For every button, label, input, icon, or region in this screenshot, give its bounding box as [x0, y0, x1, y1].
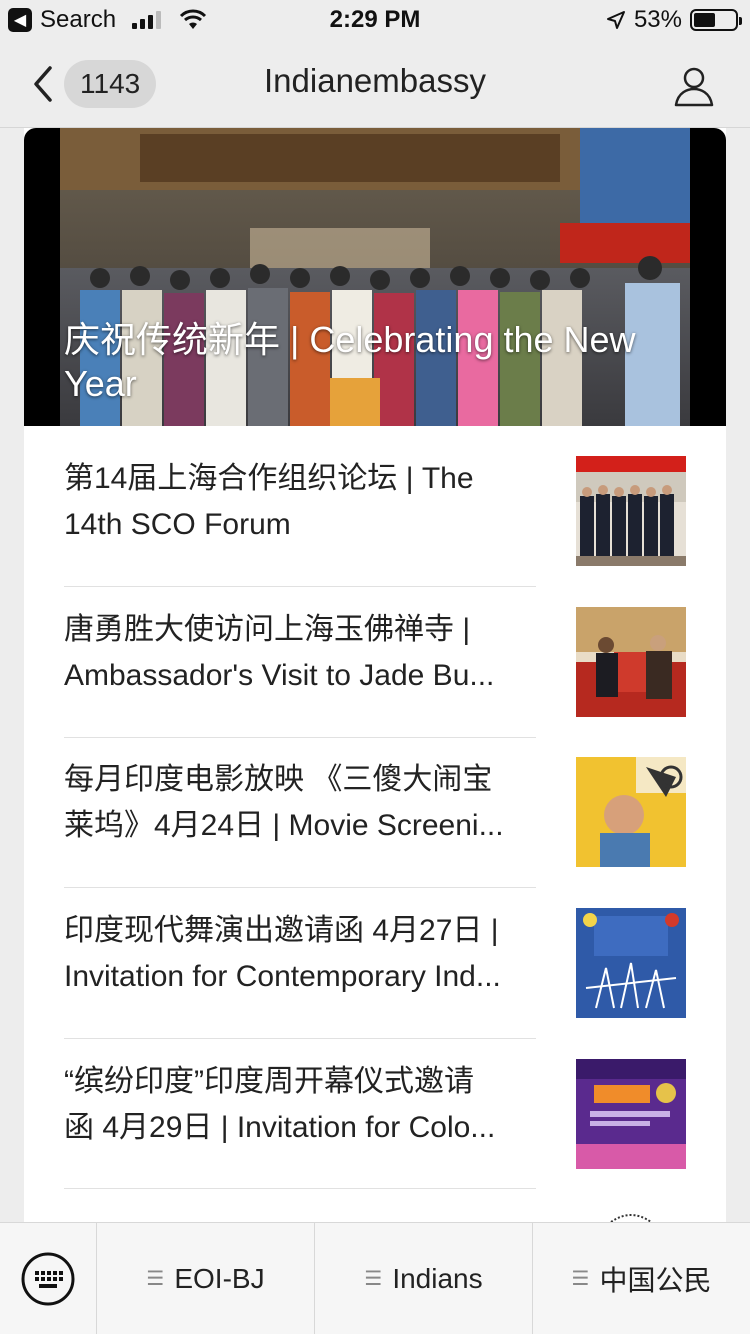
list-item[interactable]: 第14届上海合作组织论坛 | The 14th SCO Forum: [64, 456, 686, 606]
menu-list-icon: ☰: [146, 1268, 165, 1290]
hero-article[interactable]: 庆祝传统新年 | Celebrating the New Year: [24, 128, 726, 426]
article-title-line-2: 函 4月29日 | Invitation for Colo...: [64, 1111, 496, 1144]
hero-title: 庆祝传统新年 | Celebrating the New Year: [64, 319, 636, 404]
partial-thumb: [606, 1208, 656, 1222]
battery-icon: [690, 9, 742, 31]
article-title-line-2: Ambassador's Visit to Jade Bu...: [64, 659, 495, 692]
article-title-line-2: 莱坞》4月24日 | Movie Screeni...: [64, 809, 504, 842]
article-title-line-1: 每月印度电影放映 《三傻大闹宝: [64, 763, 493, 796]
list-divider: [64, 1038, 536, 1039]
movie-poster-thumb: [576, 757, 686, 867]
menu-list-icon: ☰: [364, 1268, 383, 1290]
list-item[interactable]: 每月印度电影放映 《三傻大闹宝 莱坞》4月24日 | Movie Screeni…: [64, 757, 686, 907]
article-title-line-1: 唐勇胜大使访问上海玉佛禅寺 |: [64, 613, 471, 646]
meeting-thumb: [576, 607, 686, 717]
keyboard-icon: [21, 1252, 75, 1306]
battery-fill: [694, 13, 716, 27]
list-item[interactable]: 印度现代舞演出邀请函 4月27日 | Invitation for Contem…: [64, 908, 686, 1058]
keyboard-toggle-button[interactable]: [0, 1223, 97, 1334]
article-title: 唐勇胜大使访问上海玉佛禅寺 | Ambassador's Visit to Ja…: [64, 607, 544, 699]
article-title: 每月印度电影放映 《三傻大闹宝 莱坞》4月24日 | Movie Screeni…: [64, 757, 544, 849]
menu-item-label: EOI-BJ: [174, 1262, 265, 1294]
article-title: 第14届上海合作组织论坛 | The 14th SCO Forum: [64, 456, 544, 548]
group-photo-thumb: [576, 456, 686, 566]
dance-invitation-thumb: [576, 908, 686, 1018]
location-arrow-icon: [606, 11, 625, 29]
nav-bar: 1143 Indianembassy: [0, 40, 750, 128]
bottom-menu: ☰ EOI-BJ ☰ Indians ☰ 中国公民: [0, 1222, 750, 1334]
menu-item-indians[interactable]: ☰ Indians: [315, 1223, 533, 1334]
menu-item-label: Indians: [392, 1262, 483, 1294]
article-title-line-1: 印度现代舞演出邀请函 4月27日 |: [64, 914, 499, 947]
article-title: “缤纷印度”印度周开幕仪式邀请 函 4月29日 | Invitation for…: [64, 1059, 544, 1151]
menu-item-chinese-citizens[interactable]: ☰ 中国公民: [533, 1223, 750, 1334]
battery-percentage: 53%: [633, 6, 682, 33]
list-divider: [64, 737, 536, 738]
list-item[interactable]: 唐勇胜大使访问上海玉佛禅寺 | Ambassador's Visit to Ja…: [64, 607, 686, 757]
article-title: 印度现代舞演出邀请函 4月27日 | Invitation for Contem…: [64, 908, 544, 1000]
status-right: 53%: [606, 6, 742, 34]
page-title: Indianembassy: [264, 62, 486, 99]
menu-list-icon: ☰: [571, 1268, 590, 1290]
status-bar: ◀ Search 2:29 PM 53%: [0, 0, 750, 40]
list-item[interactable]: “缤纷印度”印度周开幕仪式邀请 函 4月29日 | Invitation for…: [64, 1059, 686, 1209]
colorful-india-thumb: [576, 1059, 686, 1169]
article-title-line-2: Invitation for Contemporary Ind...: [64, 960, 501, 993]
article-title-line-1: 第14届上海合作组织论坛 | The: [64, 462, 474, 495]
profile-icon[interactable]: [672, 64, 716, 108]
list-divider: [64, 1188, 536, 1189]
menu-item-label: 中国公民: [599, 1264, 712, 1296]
list-divider: [64, 586, 536, 587]
article-card: 庆祝传统新年 | Celebrating the New Year 第14届上海…: [24, 128, 726, 1222]
list-divider: [64, 887, 536, 888]
article-title-line-1: “缤纷印度”印度周开幕仪式邀请: [64, 1065, 474, 1098]
article-title-line-2: 14th SCO Forum: [64, 508, 291, 541]
menu-item-eoi-bj[interactable]: ☰ EOI-BJ: [97, 1223, 315, 1334]
